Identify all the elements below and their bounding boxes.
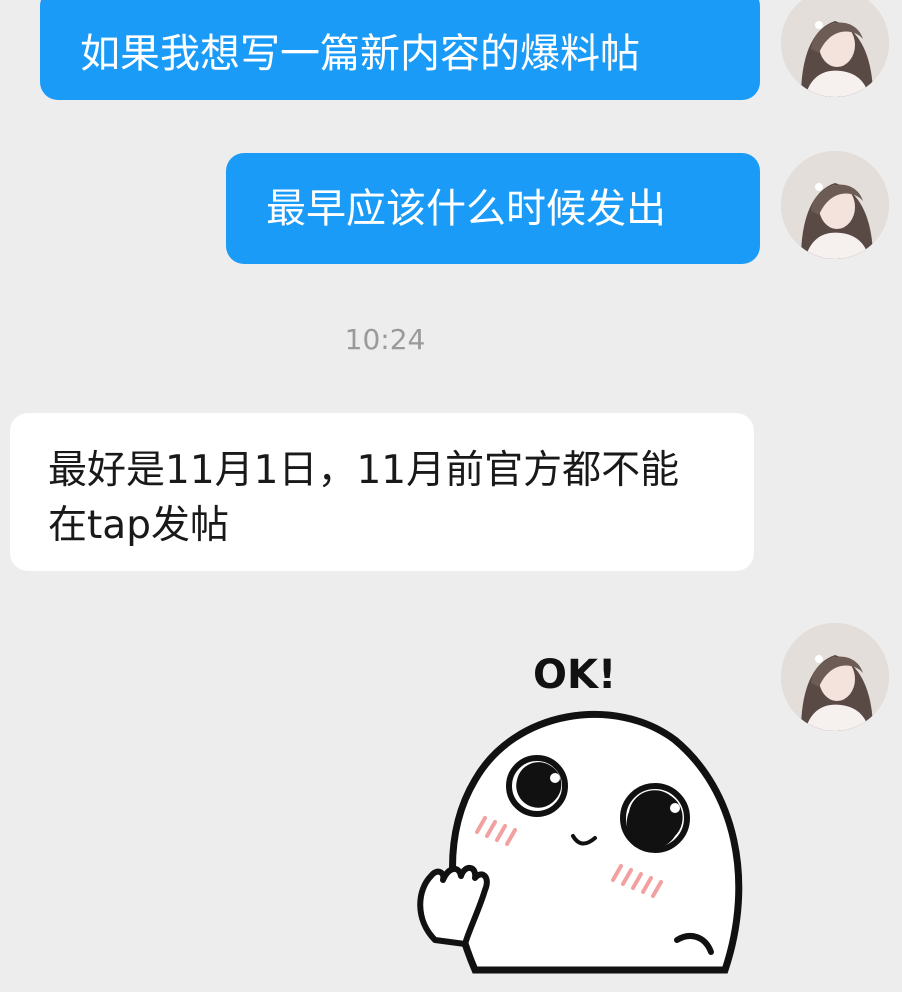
message-timestamp: 10:24 [344,323,426,356]
user-avatar[interactable] [781,0,889,97]
avatar-portrait-icon [781,151,889,259]
message-text: 如果我想写一篇新内容的爆料帖 [80,31,640,77]
ok-sticker[interactable]: OK! [405,640,765,992]
outgoing-message-bubble[interactable]: 如果我想写一篇新内容的爆料帖 [40,0,760,100]
waving-smiley-sticker-icon: OK! [417,652,743,974]
incoming-message-bubble[interactable]: 最好是11月1日，11月前官方都不能在tap发帖 [10,413,754,571]
message-text: 最好是11月1日，11月前官方都不能在tap发帖 [48,448,680,548]
user-avatar[interactable] [781,151,889,259]
message-text: 最早应该什么时候发出 [266,186,666,232]
avatar-portrait-icon [781,0,889,97]
sticker-text: OK! [533,652,616,698]
avatar-portrait-icon [781,623,889,731]
user-avatar[interactable] [781,623,889,731]
outgoing-message-bubble[interactable]: 最早应该什么时候发出 [226,153,760,264]
